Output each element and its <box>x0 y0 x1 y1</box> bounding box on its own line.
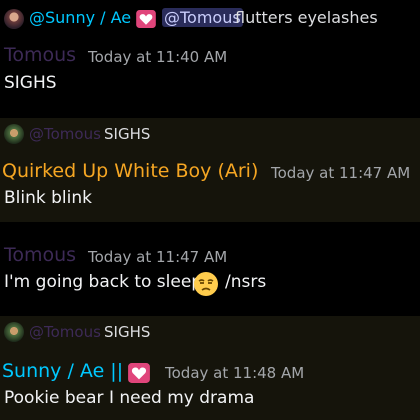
reply-avatar-sunny[interactable] <box>4 9 24 29</box>
reply-author-name[interactable]: @Sunny / Ae || <box>29 8 147 27</box>
message-text: Pookie bear I need my drama <box>4 388 255 408</box>
message-text: Blink blink <box>4 188 92 208</box>
message-timestamp: Today at 11:47 AM <box>88 248 228 266</box>
message-timestamp: Today at 11:48 AM <box>165 364 305 382</box>
message-text: I'm going back to sleep <box>4 272 203 292</box>
reply-avatar-tomous[interactable] <box>4 124 24 144</box>
message-author[interactable]: Sunny / Ae || <box>2 360 123 382</box>
reply-preview-text[interactable]: SIGHS <box>104 323 150 341</box>
reply-mention-tomous[interactable]: @Tomous <box>162 8 243 27</box>
message-author[interactable]: Quirked Up White Boy (Ari) <box>2 160 258 182</box>
message-timestamp: Today at 11:40 AM <box>88 48 228 66</box>
reply-author-mention[interactable]: @Tomous <box>29 125 101 143</box>
message-text-suffix: /nsrs <box>225 272 267 292</box>
message-author[interactable]: Tomous <box>4 44 76 66</box>
reply-preview-text[interactable]: flutters eyelashes <box>235 8 378 27</box>
reply-author-mention[interactable]: @Tomous <box>29 323 101 341</box>
message-text: SIGHS <box>4 73 57 93</box>
reply-avatar-tomous[interactable] <box>4 322 24 342</box>
pink-heart-icon <box>136 10 156 28</box>
reply-preview-text[interactable]: SIGHS <box>104 125 150 143</box>
message-timestamp: Today at 11:47 AM <box>271 164 411 182</box>
pink-heart-icon <box>128 363 150 383</box>
message-author[interactable]: Tomous <box>4 244 76 266</box>
unamused-face-emoji[interactable] <box>193 271 219 297</box>
